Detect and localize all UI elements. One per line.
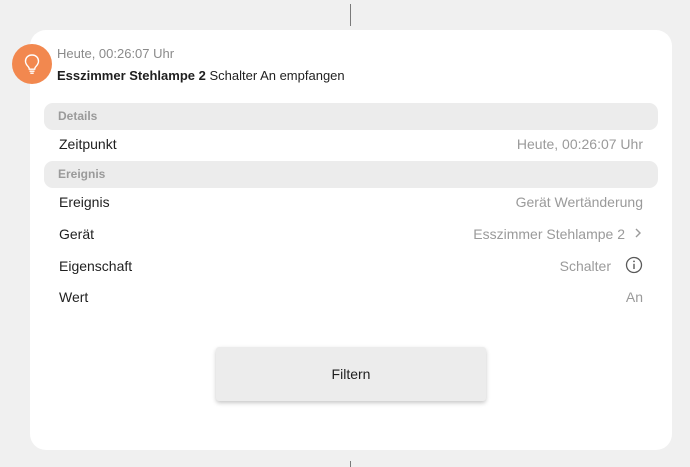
row-label: Eigenschaft (59, 258, 133, 274)
detail-row-eigenschaft: Eigenschaft Schalter (59, 256, 643, 276)
lightbulb-icon (12, 44, 52, 84)
event-device-name: Esszimmer Stehlampe 2 (57, 68, 206, 83)
row-label: Zeitpunkt (59, 136, 117, 152)
section-header-ereignis: Ereignis (44, 161, 658, 188)
row-value: Gerät Wertänderung (515, 194, 643, 210)
section-header-details: Details (44, 103, 658, 130)
filter-button[interactable]: Filtern (216, 347, 486, 401)
row-value: An (625, 289, 643, 305)
detail-row-ereignis: Ereignis Gerät Wertänderung (59, 192, 643, 212)
row-label: Wert (59, 289, 89, 305)
info-icon[interactable] (625, 256, 643, 277)
event-time: Heute, 00:26:07 Uhr (57, 46, 175, 61)
event-action: Schalter An empfangen (209, 68, 345, 83)
event-title: Esszimmer Stehlampe 2 Schalter An empfan… (57, 68, 345, 83)
row-value: Heute, 00:26:07 Uhr (516, 136, 643, 152)
timeline-line-bottom (350, 461, 351, 467)
detail-row-zeitpunkt: Zeitpunkt Heute, 00:26:07 Uhr (59, 134, 643, 154)
row-value: Esszimmer Stehlampe 2 (473, 226, 625, 242)
row-value-container: Schalter (560, 256, 643, 277)
chevron-right-icon (633, 226, 643, 242)
row-label: Ereignis (59, 194, 110, 210)
row-value-container: Esszimmer Stehlampe 2 (473, 226, 643, 242)
timeline-line-top (350, 4, 351, 26)
row-label: Gerät (59, 226, 95, 242)
detail-row-wert: Wert An (59, 287, 643, 307)
detail-row-geraet[interactable]: Gerät Esszimmer Stehlampe 2 (59, 224, 643, 244)
row-value: Schalter (559, 258, 611, 274)
